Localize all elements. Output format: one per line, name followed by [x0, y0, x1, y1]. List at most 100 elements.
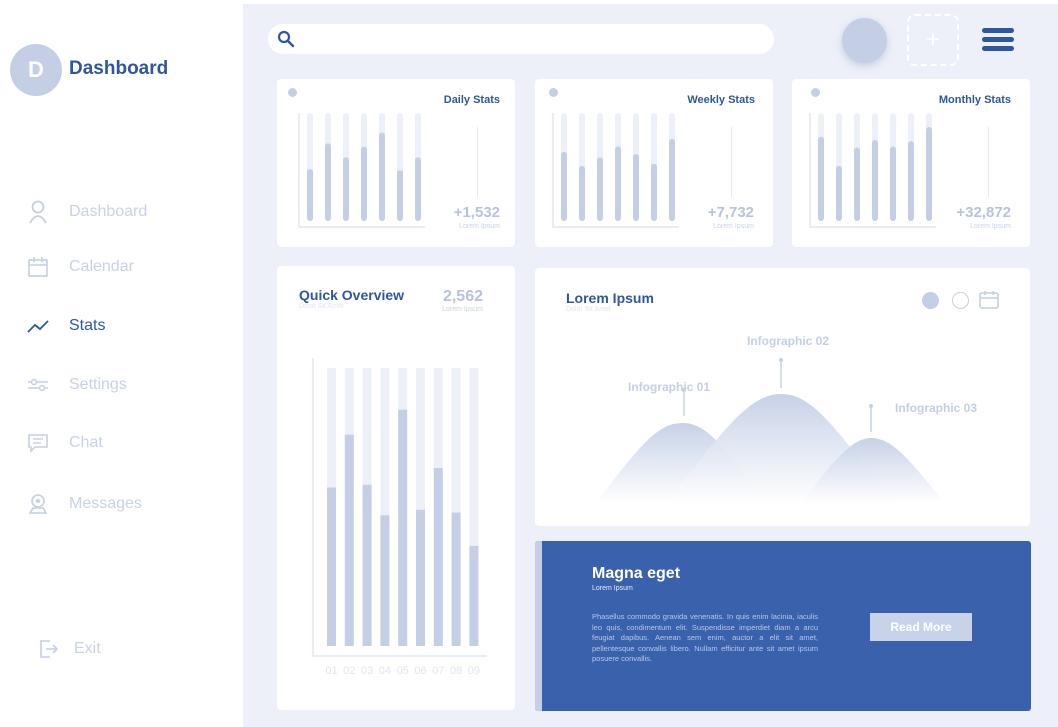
search-bar[interactable] — [268, 24, 774, 54]
x-tick-label: 06 — [414, 665, 426, 677]
status-dot — [288, 88, 297, 97]
infographic-label-01: Infographic 01 — [628, 380, 710, 394]
card-value: +32,872 — [956, 204, 1011, 221]
bar — [327, 487, 336, 646]
add-button[interactable]: + — [907, 14, 959, 66]
daily-bar-chart — [298, 113, 425, 228]
bar — [344, 434, 354, 646]
mountain-infographic: Infographic 01 Infographic 02 Infographi… — [595, 334, 977, 504]
overview-subtitle: Dolor Sit Amet — [299, 303, 344, 310]
logo: D — [10, 44, 62, 96]
card-subtitle: Lorem Ipsum — [970, 223, 1011, 230]
sidebar-item-label: Dashboard — [69, 203, 148, 220]
status-dot — [549, 88, 558, 97]
x-tick-label: 08 — [450, 665, 462, 677]
read-more-button[interactable]: Read More — [870, 613, 972, 641]
monthly-stats-card: Monthly Stats +32,872 Lorem Ipsum — [792, 79, 1030, 247]
pointer-02-dot — [779, 358, 783, 362]
bar — [307, 169, 313, 221]
feature-body: Phasellus commodo gravida venenatis. In … — [592, 612, 818, 663]
weekly-stats-card: Weekly Stats +7,732 Lorem Ipsum — [535, 79, 773, 247]
exit-label: Exit — [74, 640, 101, 657]
exit-icon — [36, 637, 60, 661]
x-tick-label: 03 — [361, 665, 373, 677]
bar — [416, 509, 425, 646]
bar — [380, 515, 390, 646]
card-title: Monthly Stats — [938, 94, 1011, 106]
bar — [397, 170, 403, 221]
infographic-card: Lorem Ipsum Dolor Sit Amet Infographic 0… — [535, 268, 1030, 526]
sidebar-item-dashboard[interactable]: Dashboard — [26, 197, 147, 227]
bar — [818, 136, 824, 221]
sidebar-item-label: Stats — [69, 317, 106, 334]
pointer-03-dot — [869, 404, 873, 408]
hamburger-line — [982, 28, 1014, 33]
feature-card: Magna eget Lorem Ipsum Phasellus commodo… — [535, 541, 1031, 711]
sidebar-item-messages[interactable]: Messages — [26, 489, 142, 519]
overview-bar-chart: 01 02 03 04 05 06 07 08 09 — [312, 358, 487, 677]
sidebar-item-settings[interactable]: Settings — [26, 370, 127, 400]
sidebar-item-chat[interactable]: Chat — [26, 428, 103, 458]
card-title: Daily Stats — [443, 94, 500, 106]
infographic-label-03: Infographic 03 — [895, 401, 977, 415]
bar — [651, 163, 657, 221]
bar — [561, 151, 567, 221]
brand-title: Dashboard — [69, 58, 169, 79]
chat-icon — [26, 431, 50, 455]
exit-button[interactable]: Exit — [36, 634, 101, 664]
bar — [633, 154, 639, 221]
status-dot — [811, 88, 820, 97]
bar — [362, 484, 372, 646]
search-icon — [277, 30, 295, 53]
bar — [579, 165, 585, 221]
divider — [731, 127, 732, 197]
bar — [890, 146, 896, 221]
menu-button[interactable] — [982, 28, 1014, 52]
card-value: +1,532 — [453, 204, 500, 221]
bar — [469, 545, 479, 646]
bar — [379, 132, 385, 221]
avatar[interactable] — [842, 18, 887, 63]
card-value: +7,732 — [707, 204, 754, 221]
divider — [988, 127, 989, 197]
sidebar-item-calendar[interactable]: Calendar — [26, 252, 134, 282]
quick-overview-card: Quick Overview Dolor Sit Amet 2,562 Lore… — [277, 266, 515, 710]
overview-value-label: Lorem Ipsum — [442, 306, 483, 313]
card-subtitle: Lorem Ipsum — [459, 223, 500, 230]
trend-icon — [26, 314, 50, 338]
infographic-label-02: Infographic 02 — [747, 334, 829, 348]
bar — [836, 165, 842, 221]
feature-edge — [535, 541, 542, 711]
x-tick-label: 02 — [343, 665, 355, 677]
overview-title: Quick Overview — [299, 287, 405, 303]
bar — [854, 147, 860, 221]
card-title: Weekly Stats — [687, 94, 755, 106]
bar — [415, 157, 421, 221]
bar — [361, 146, 367, 221]
calendar-icon — [26, 255, 50, 279]
sidebar: D Dashboard Dashboard Calendar Stats Set… — [0, 0, 243, 727]
bar — [343, 157, 349, 221]
bar — [398, 409, 408, 646]
bar — [451, 512, 461, 646]
sidebar-item-label: Settings — [69, 376, 127, 393]
x-tick-label: 04 — [379, 665, 391, 677]
notification-icon — [26, 492, 50, 516]
bar — [926, 127, 932, 221]
feature-subtitle: Lorem Ipsum — [592, 585, 633, 592]
hamburger-line — [982, 37, 1014, 42]
bar — [433, 468, 443, 646]
x-tick-label: 07 — [432, 665, 444, 677]
weekly-bar-chart — [552, 113, 679, 228]
x-tick-label: 05 — [397, 665, 409, 677]
daily-stats-card: Daily Stats +1,532 Lorem Ipsum — [277, 79, 515, 247]
bar — [872, 140, 878, 221]
bar — [908, 141, 914, 221]
bar — [325, 143, 331, 221]
plus-icon: + — [925, 26, 940, 53]
sliders-icon — [26, 373, 50, 397]
user-icon — [26, 200, 50, 224]
sidebar-item-stats[interactable]: Stats — [26, 311, 105, 341]
overview-value: 2,562 — [442, 288, 483, 305]
bar — [615, 146, 621, 221]
